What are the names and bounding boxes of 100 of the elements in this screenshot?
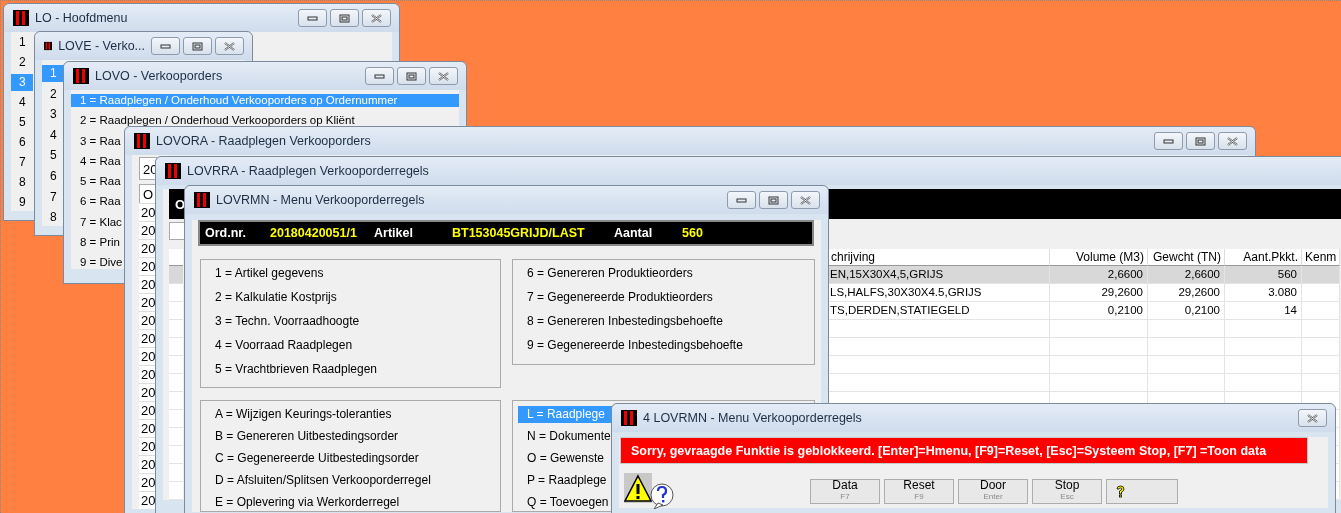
menu-item[interactable]: 7 = Gegenereerde Produktieorders bbox=[518, 289, 713, 306]
close-button[interactable] bbox=[429, 67, 458, 85]
window-title: 4 LOVRMN - Menu Verkooporderregels bbox=[643, 411, 863, 425]
maximize-button[interactable] bbox=[759, 191, 788, 209]
column-header: chrijving bbox=[828, 249, 1050, 266]
maximize-button[interactable] bbox=[330, 9, 359, 27]
menu-item[interactable]: 5 = Vrachtbrieven Raadplegen bbox=[206, 361, 377, 378]
close-icon bbox=[1227, 136, 1238, 146]
help-icon bbox=[1115, 484, 1126, 498]
menu-item[interactable]: 2 = Kalkulatie Kostprijs bbox=[206, 289, 337, 306]
menu-item[interactable]: E = Oplevering via Werkorderregel bbox=[206, 494, 400, 511]
column-header: Gewcht (TN) bbox=[1148, 249, 1225, 266]
menu-item[interactable]: 7 bbox=[42, 188, 64, 206]
menu-item[interactable]: 4 = Voorraad Raadplegen bbox=[206, 337, 353, 354]
minimize-button[interactable] bbox=[1154, 132, 1183, 150]
field-value: BT153045GRIJD/LAST bbox=[452, 226, 586, 240]
menu-item[interactable]: 2 bbox=[42, 85, 64, 103]
minimize-button[interactable] bbox=[365, 67, 394, 85]
close-button[interactable] bbox=[362, 9, 391, 27]
field-value: 20180420051/1 bbox=[270, 226, 358, 240]
menu-item[interactable]: 3 = Raa bbox=[71, 134, 121, 148]
close-icon bbox=[800, 195, 811, 205]
menu-item[interactable]: 9 bbox=[11, 194, 33, 211]
help-button[interactable] bbox=[1106, 478, 1178, 504]
menu-item[interactable]: C = Gegenereerde Uitbestedingsorder bbox=[206, 450, 419, 467]
menu-item[interactable]: 1 = Artikel gegevens bbox=[206, 265, 324, 282]
minimize-icon bbox=[1163, 136, 1174, 146]
menu-item[interactable]: N = Dokumente bbox=[518, 428, 612, 445]
maximize-icon bbox=[339, 13, 350, 23]
column-header: Aant.Pkkt. bbox=[1225, 249, 1302, 266]
menu-item[interactable]: 3 bbox=[42, 106, 64, 124]
window-title: LOVRMN - Menu Verkooporderregels bbox=[216, 193, 426, 207]
menu-item[interactable]: 5 bbox=[42, 147, 64, 165]
menu-item[interactable]: 8 bbox=[42, 209, 64, 227]
window-title: LO - Hoofdmenu bbox=[35, 11, 129, 25]
table-row[interactable]: TS,DERDEN,STATIEGELD 0,2100 0,2100 14 bbox=[828, 302, 1340, 320]
window-title: LOVRRA - Raadplegen Verkooporderregels bbox=[187, 164, 430, 178]
maximize-icon bbox=[768, 195, 779, 205]
menu-item[interactable]: A = Wijzigen Keurings-toleranties bbox=[206, 406, 392, 423]
close-icon bbox=[1307, 413, 1318, 423]
menu-item[interactable]: 3 = Techn. Voorraadhoogte bbox=[206, 313, 360, 330]
app-icon bbox=[73, 68, 89, 84]
menu-item[interactable]: 6 bbox=[42, 167, 64, 185]
minimize-button[interactable] bbox=[727, 191, 756, 209]
menu-item[interactable]: 2 bbox=[11, 54, 33, 71]
minimize-icon bbox=[374, 71, 385, 81]
menu-item[interactable]: 4 bbox=[11, 94, 33, 111]
app-icon bbox=[134, 133, 150, 149]
menu-item[interactable]: Q = Toevoegen bbox=[518, 494, 612, 511]
app-icon bbox=[13, 10, 29, 26]
menu-item[interactable]: 6 bbox=[11, 134, 33, 151]
dialog-button[interactable]: Data F7 bbox=[810, 478, 880, 504]
column-header: Volume (M3) bbox=[1050, 249, 1148, 266]
menu-item[interactable]: 7 bbox=[11, 154, 33, 171]
dialog-button[interactable]: Reset F9 bbox=[884, 478, 954, 504]
close-icon bbox=[438, 71, 449, 81]
close-button[interactable] bbox=[1218, 132, 1247, 150]
minimize-button[interactable] bbox=[298, 9, 327, 27]
menu-item[interactable]: 8 = Prin bbox=[71, 236, 120, 250]
field-value: 560 bbox=[682, 226, 704, 240]
menu-item[interactable]: 5 = Raa bbox=[71, 175, 121, 189]
menu-item[interactable]: 9 = Dive bbox=[71, 256, 123, 270]
menu-item[interactable]: 9 = Gegenereerde Inbestedingsbehoefte bbox=[518, 337, 743, 354]
menu-item[interactable]: D = Afsluiten/Splitsen Verkooporderregel bbox=[206, 472, 431, 489]
menu-item[interactable]: O = Gewenste bbox=[518, 450, 612, 467]
table-row[interactable]: LS,HALFS,30X30X4.5,GRIJS 29,2600 29,2600 3.080 bbox=[828, 284, 1340, 302]
menu-item[interactable]: 7 = Klac bbox=[71, 215, 122, 229]
close-button[interactable] bbox=[215, 37, 244, 55]
maximize-button[interactable] bbox=[397, 67, 426, 85]
close-icon bbox=[224, 41, 235, 51]
menu-item[interactable]: 6 = Raa bbox=[71, 195, 121, 209]
menu-item[interactable]: 6 = Genereren Produktieorders bbox=[518, 265, 693, 282]
menu-item[interactable]: B = Genereren Uitbestedingsorder bbox=[206, 428, 399, 445]
table-row[interactable]: EN,15X30X4,5,GRIJS 2,6600 2,6600 560 bbox=[828, 266, 1340, 284]
window-title: LOVORA - Raadplegen Verkooporders bbox=[156, 134, 372, 148]
maximize-button[interactable] bbox=[183, 37, 212, 55]
minimize-icon bbox=[160, 41, 171, 51]
minimize-icon bbox=[736, 195, 747, 205]
menu-item[interactable]: 4 bbox=[42, 126, 64, 144]
menu-item[interactable]: 8 = Genereren Inbestedingsbehoefte bbox=[518, 313, 723, 330]
window-title: LOVO - Verkooporders bbox=[95, 69, 224, 83]
maximize-button[interactable] bbox=[1186, 132, 1215, 150]
minimize-button[interactable] bbox=[151, 37, 180, 55]
menu-item[interactable]: P = Raadplege bbox=[518, 472, 612, 489]
menu-item[interactable]: 4 = Raa bbox=[71, 154, 121, 168]
menu-item[interactable]: 1 bbox=[11, 34, 33, 51]
dialog-button[interactable]: Door Enter bbox=[958, 478, 1028, 504]
menu-item[interactable]: 8 bbox=[11, 174, 33, 191]
field-label: Artikel bbox=[374, 226, 414, 240]
field-label: Ord.nr. bbox=[205, 226, 247, 240]
close-button[interactable] bbox=[791, 191, 820, 209]
minimize-icon bbox=[307, 13, 318, 23]
app-icon bbox=[165, 163, 181, 179]
menu-item[interactable]: 2 = Raadplegen / Onderhoud Verkooporders op Kliënt bbox=[71, 114, 355, 128]
field-label: Aantal bbox=[614, 226, 654, 240]
dialog-button[interactable]: Stop Esc bbox=[1032, 478, 1102, 504]
menu-item[interactable]: 5 bbox=[11, 114, 33, 131]
maximize-icon bbox=[192, 41, 203, 51]
app-icon bbox=[194, 192, 210, 208]
close-button[interactable] bbox=[1298, 409, 1327, 427]
